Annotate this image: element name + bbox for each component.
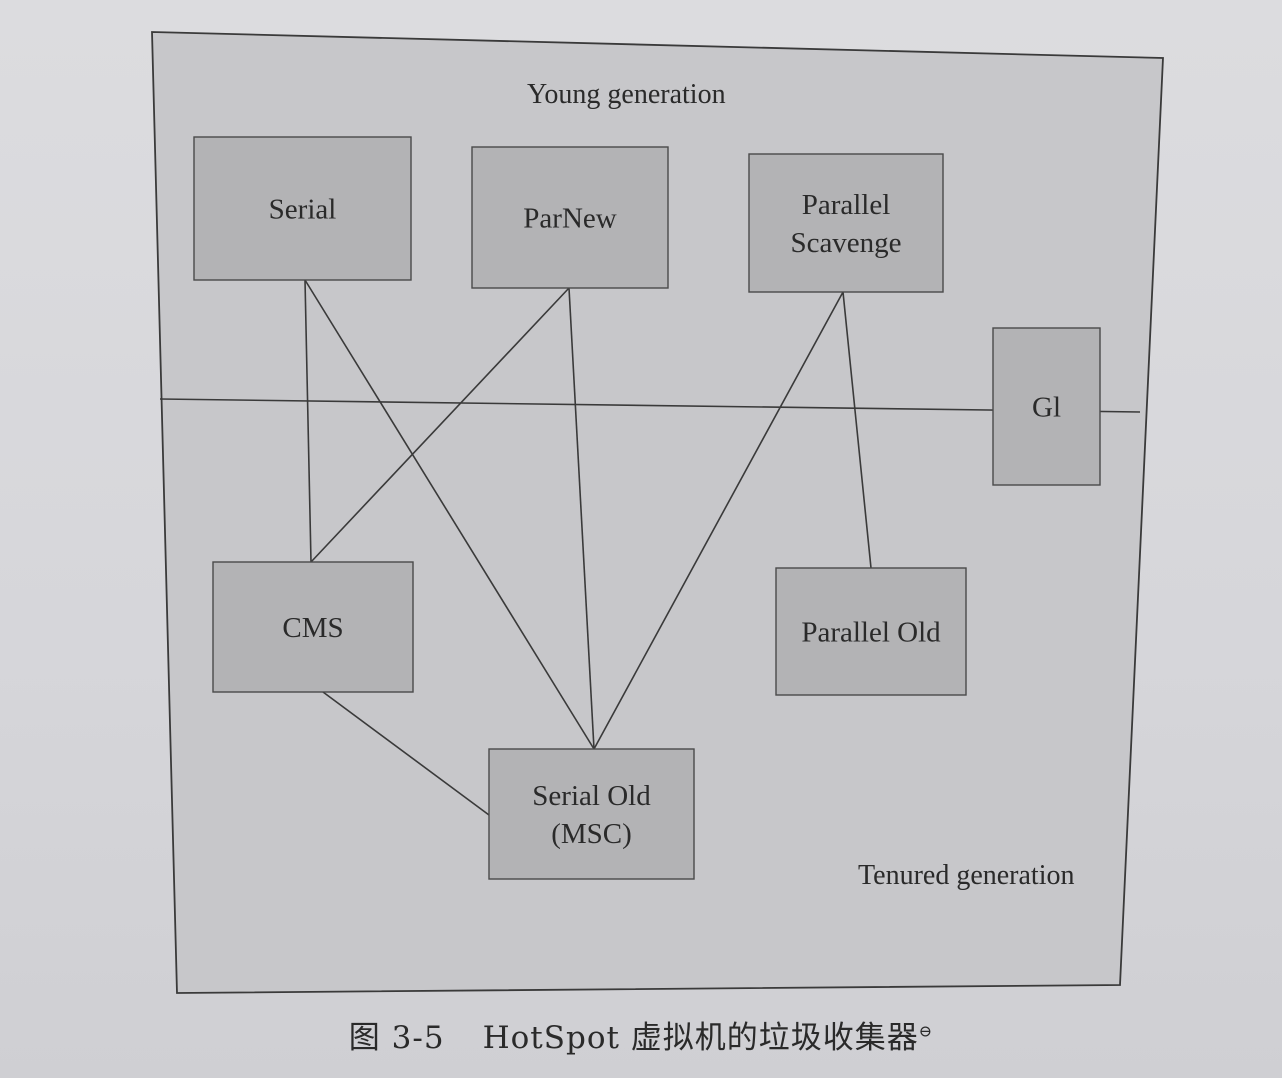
tenured-generation-label: Tenured generation <box>858 860 1075 891</box>
gc-collectors-diagram: Serial ParNew Parallel Scavenge Gl CMS Paralle… <box>151 31 1164 994</box>
figure-title: HotSpot 虚拟机的垃圾收集器 <box>482 1020 919 1056</box>
collector-serial-old: Serial Old (MSC) <box>488 748 695 880</box>
collector-g1: Gl <box>992 327 1101 486</box>
footnote-mark: ⊖ <box>918 1021 934 1041</box>
collector-parallel-old: Parallel Old <box>775 567 967 696</box>
collector-cms: CMS <box>212 561 414 693</box>
figure-caption: 图 3-5 HotSpot 虚拟机的垃圾收集器⊖ <box>0 1012 1282 1057</box>
collector-label-serial: Serial <box>269 194 337 226</box>
collector-label-parallel-scavenge: Parallel <box>802 189 891 221</box>
collector-label-cms: CMS <box>282 612 343 644</box>
collector-label-g1: Gl <box>1032 392 1061 424</box>
collector-serial: Serial <box>193 136 412 281</box>
collector-label-parallel-scavenge: Scavenge <box>790 227 901 259</box>
collector-box-parallel-scavenge <box>748 153 944 293</box>
collector-parallel-scavenge: Parallel Scavenge <box>748 153 944 293</box>
collector-label-serial-old: (MSC) <box>551 818 632 850</box>
collector-label-parnew: ParNew <box>523 203 616 235</box>
collector-label-serial-old: Serial Old <box>532 780 651 812</box>
young-generation-label: Young generation <box>527 79 726 110</box>
page: Serial ParNew Parallel Scavenge Gl CMS Paralle… <box>0 0 1282 1078</box>
figure-number: 图 3-5 <box>348 1020 445 1056</box>
collector-parnew: ParNew <box>471 146 669 289</box>
collector-box-serial-old <box>488 748 695 880</box>
collector-label-parallel-old: Parallel Old <box>801 617 941 649</box>
